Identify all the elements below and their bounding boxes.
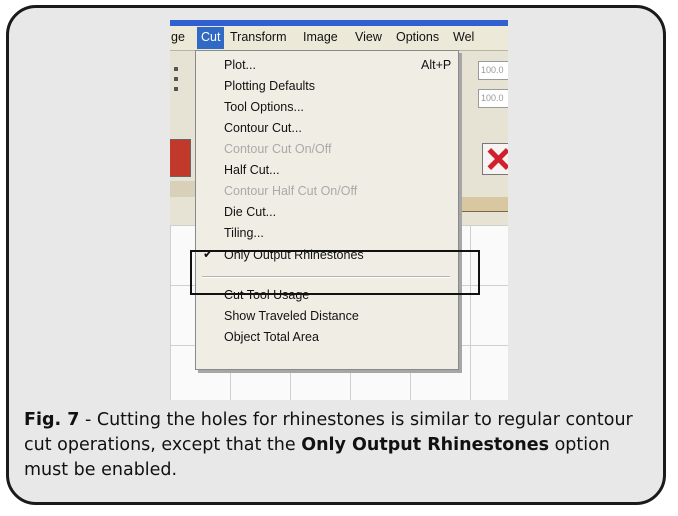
menu-cut[interactable]: Cut	[197, 27, 225, 49]
menu-item-contour-half-cut-onoff: Contour Half Cut On/Off	[224, 184, 358, 198]
size-field-2[interactable]: 100.0	[478, 89, 508, 108]
menu-item-half-cut[interactable]: Half Cut...	[224, 162, 280, 178]
grip-handle[interactable]	[174, 67, 180, 97]
caption-bold-option: Only Output Rhinestones	[301, 435, 550, 455]
menu-options[interactable]: Options	[396, 30, 439, 44]
menu-image[interactable]: Image	[303, 30, 338, 44]
menu-item-object-total-area[interactable]: Object Total Area	[224, 329, 319, 345]
figure-caption: Fig. 7 - Cutting the holes for rhineston…	[24, 408, 644, 483]
menu-bar: ge Cut Transform Image View Options Wel	[170, 26, 508, 51]
menu-item-tool-options[interactable]: Tool Options...	[224, 99, 304, 115]
cut-menu-dropdown: Plot... Alt+P Plotting Defaults Tool Opt…	[195, 50, 459, 370]
menu-page[interactable]: ge	[171, 30, 185, 44]
menu-item-plot[interactable]: Plot...	[224, 57, 256, 73]
menu-item-plotting-defaults[interactable]: Plotting Defaults	[224, 78, 315, 94]
tool-button-icon[interactable]	[170, 139, 191, 177]
menu-view[interactable]: View	[355, 30, 382, 44]
ruler-left	[170, 181, 198, 197]
screenshot: ge Cut Transform Image View Options Wel …	[170, 20, 508, 400]
menu-item-tiling[interactable]: Tiling...	[224, 225, 264, 241]
delete-x-icon[interactable]	[482, 143, 508, 175]
menu-welcome[interactable]: Wel	[453, 30, 474, 44]
left-toolbar	[170, 51, 198, 225]
caption-fig-label: Fig. 7	[24, 410, 80, 430]
plot-shortcut: Alt+P	[421, 58, 452, 72]
menu-transform[interactable]: Transform	[230, 30, 287, 44]
menu-item-contour-cut[interactable]: Contour Cut...	[224, 120, 302, 136]
menu-item-die-cut[interactable]: Die Cut...	[224, 204, 276, 220]
menu-item-contour-cut-onoff: Contour Cut On/Off	[224, 142, 332, 156]
ruler-top	[454, 197, 508, 212]
highlight-box	[190, 250, 480, 295]
size-field-1[interactable]: 100.0	[478, 61, 508, 80]
menu-item-show-traveled-distance[interactable]: Show Traveled Distance	[224, 308, 359, 324]
